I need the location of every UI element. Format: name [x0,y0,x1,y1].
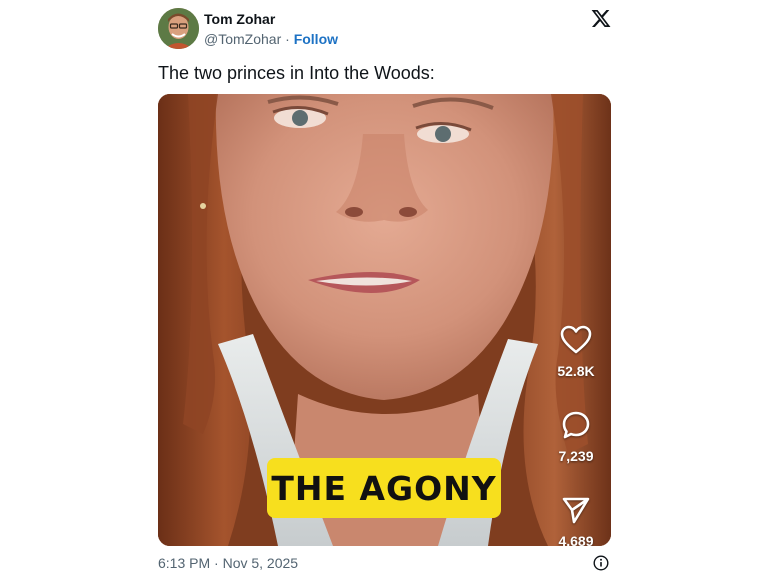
author-name[interactable]: Tom Zohar [204,11,275,28]
follow-button[interactable]: Follow [294,31,338,47]
x-logo-icon[interactable] [590,8,612,29]
tweet-timestamp[interactable]: 6:13 PM · Nov 5, 2025 [158,555,298,572]
heart-icon [560,325,592,354]
video-media[interactable]: THE AGONY 52.8K 7,239 4,689 [158,94,611,546]
comment-count: 7,239 [558,448,594,464]
like-action[interactable]: 52.8K [546,325,606,379]
avatar[interactable] [158,8,199,49]
share-send-icon [562,497,590,524]
handle-separator: · [285,31,290,47]
author-handle[interactable]: @TomZohar [204,31,281,47]
comment-bubble-icon [562,411,590,439]
video-caption-sticker: THE AGONY [267,458,501,518]
share-count: 4,689 [558,533,594,546]
tweet-text: The two princes in Into the Woods: [158,63,435,83]
share-action[interactable]: 4,689 [546,495,606,546]
author-handle-line: @TomZohar · Follow [204,31,338,48]
like-count: 52.8K [557,363,595,379]
embedded-tweet: Tom Zohar @TomZohar · Follow The two pri… [0,0,768,576]
info-icon[interactable] [593,555,609,571]
comment-action[interactable]: 7,239 [546,410,606,464]
